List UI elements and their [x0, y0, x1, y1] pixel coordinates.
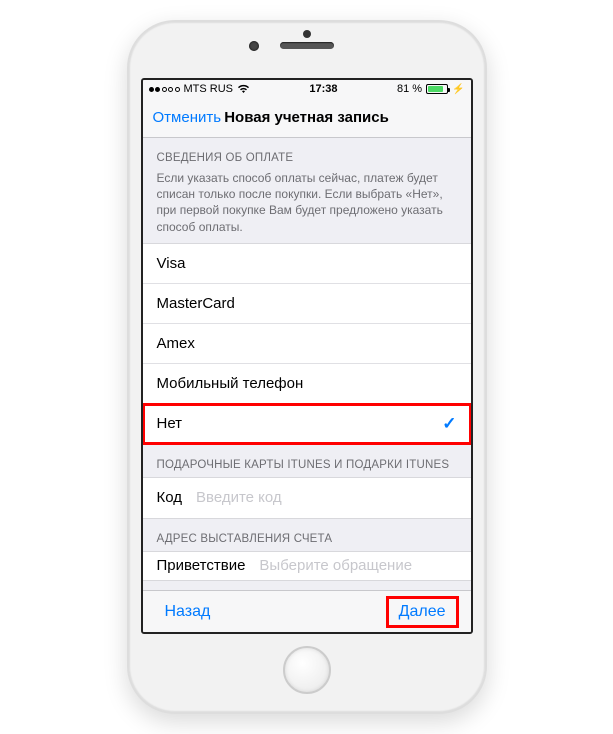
payment-section-desc: Если указать способ оплаты сейчас, плате… — [143, 170, 471, 243]
gift-section-header: ПОДАРОЧНЫЕ КАРТЫ ITUNES И ПОДАРКИ ITUNES — [143, 445, 471, 477]
payment-option-mobile[interactable]: Мобильный телефон — [143, 364, 471, 404]
gift-code-row[interactable]: Код Введите код — [143, 478, 471, 518]
battery-icon — [426, 84, 448, 94]
next-button[interactable]: Далее — [386, 596, 459, 628]
bottom-toolbar: Назад Далее — [143, 590, 471, 632]
battery-pct-label: 81 % — [397, 83, 422, 95]
screen: MTS RUS 17:38 81 % ⚡ Отменить Новая учет… — [141, 78, 473, 634]
gift-code-label: Код — [157, 489, 183, 506]
salutation-label: Приветствие — [157, 557, 246, 574]
payment-option-label: MasterCard — [157, 295, 235, 312]
checkmark-icon: ✓ — [442, 414, 456, 434]
salutation-row[interactable]: Приветствие Выберите обращение — [143, 552, 471, 580]
salutation-picker[interactable]: Выберите обращение — [259, 557, 412, 574]
payment-option-amex[interactable]: Amex — [143, 324, 471, 364]
payment-option-mastercard[interactable]: MasterCard — [143, 284, 471, 324]
payment-options-list: Visa MasterCard Amex Мобильный телефон Н… — [143, 243, 471, 445]
gift-code-input[interactable]: Введите код — [196, 489, 282, 506]
home-button[interactable] — [283, 646, 331, 694]
gift-code-list: Код Введите код — [143, 477, 471, 519]
billing-list: Приветствие Выберите обращение — [143, 551, 471, 581]
signal-strength-icon — [149, 87, 180, 92]
payment-option-label: Мобильный телефон — [157, 375, 304, 392]
wifi-icon — [237, 84, 250, 94]
content-scroll[interactable]: СВЕДЕНИЯ ОБ ОПЛАТЕ Если указать способ о… — [143, 138, 471, 590]
back-button[interactable]: Назад — [155, 599, 221, 625]
clock-label: 17:38 — [309, 83, 337, 95]
payment-option-visa[interactable]: Visa — [143, 244, 471, 284]
carrier-label: MTS RUS — [184, 83, 234, 95]
charging-icon: ⚡ — [452, 84, 464, 95]
payment-option-none[interactable]: Нет ✓ — [143, 404, 471, 444]
hardware-top — [129, 42, 485, 49]
nav-bar: Отменить Новая учетная запись — [143, 98, 471, 138]
payment-option-label: Amex — [157, 335, 195, 352]
payment-option-label: Нет — [157, 415, 183, 432]
payment-option-label: Visa — [157, 255, 186, 272]
cancel-button[interactable]: Отменить — [153, 109, 222, 126]
billing-section-header: АДРЕС ВЫСТАВЛЕНИЯ СЧЕТА — [143, 519, 471, 551]
payment-section-header: СВЕДЕНИЯ ОБ ОПЛАТЕ — [143, 138, 471, 170]
phone-frame: MTS RUS 17:38 81 % ⚡ Отменить Новая учет… — [127, 20, 487, 714]
status-bar: MTS RUS 17:38 81 % ⚡ — [143, 80, 471, 98]
